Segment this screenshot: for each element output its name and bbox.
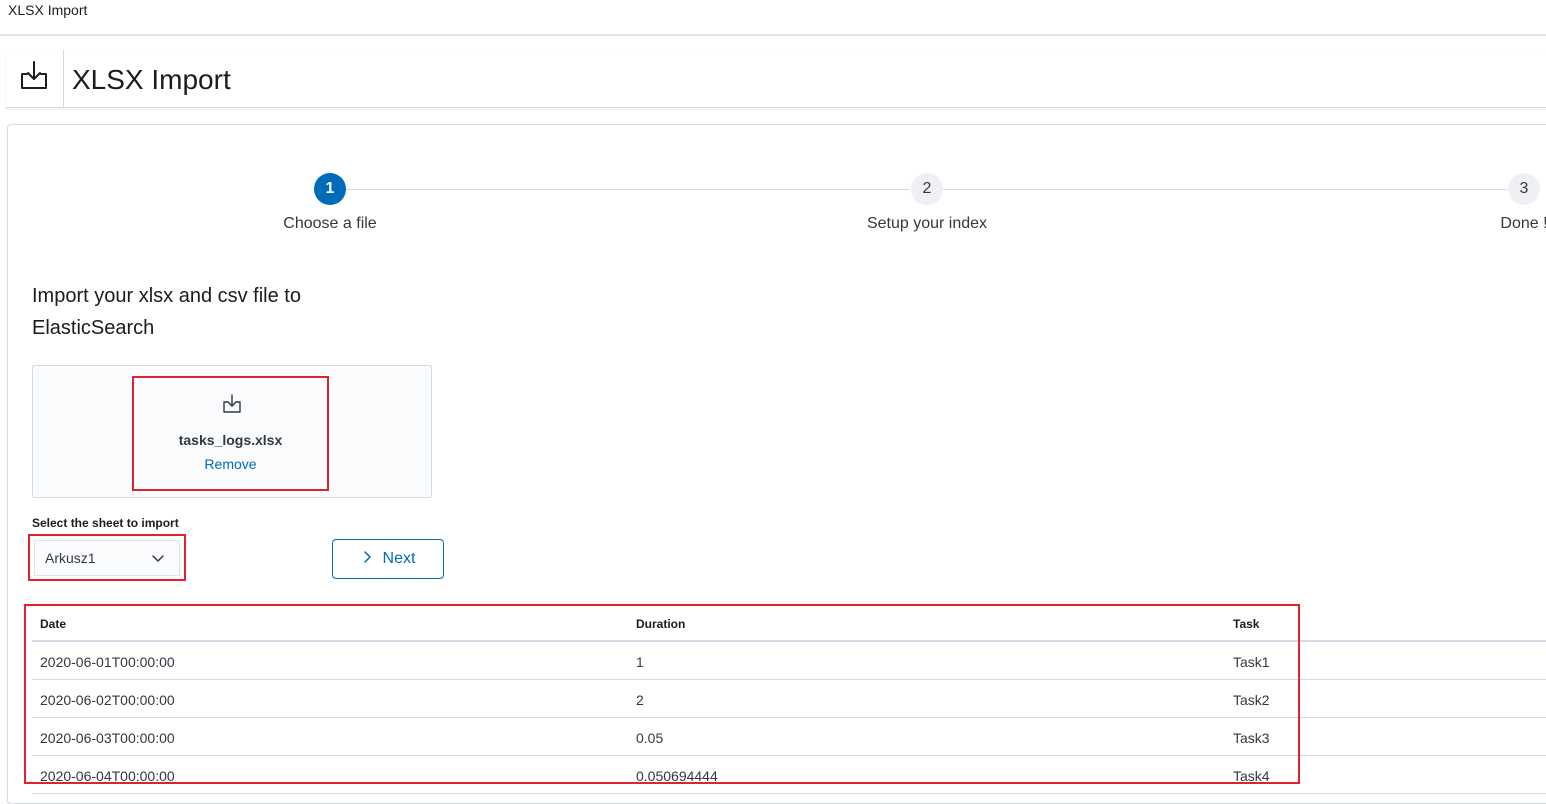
table-cell: 2020-06-03T00:00:00 (40, 730, 175, 746)
table-cell: 0.05 (636, 730, 664, 746)
browser-tab-strip: XLSX Import (0, 0, 1546, 36)
step-2-number[interactable]: 2 (911, 173, 943, 205)
column-header-duration[interactable]: Duration (636, 617, 685, 631)
table-cell: 2020-06-01T00:00:00 (40, 654, 175, 670)
column-header-task[interactable]: Task (1233, 617, 1259, 631)
next-button-label: Next (382, 550, 416, 567)
table-cell: 2020-06-04T00:00:00 (40, 768, 175, 784)
file-name: tasks_logs.xlsx (178, 432, 283, 448)
step-1-label: Choose a file (283, 215, 377, 232)
step-2-label: Setup your index (866, 215, 988, 232)
file-picker-selected[interactable]: tasks_logs.xlsx Remove (132, 376, 329, 491)
step-3-label: Done ! (1500, 215, 1546, 232)
sheet-select-highlight: Arkusz1 (28, 534, 186, 581)
table-row: 2020-06-02T00:00:00 2 Task2 (32, 680, 1546, 718)
data-table: Date Duration Task 2020-06-01T00:00:00 1… (32, 606, 1546, 794)
header-divider (63, 50, 64, 108)
table-row: 2020-06-01T00:00:00 1 Task1 (32, 642, 1546, 680)
steps-connector (943, 189, 1507, 190)
import-icon (14, 56, 54, 96)
remove-file-link[interactable]: Remove (134, 456, 327, 472)
steps-connector (346, 189, 910, 190)
browser-tab-title[interactable]: XLSX Import (8, 2, 87, 18)
page-title: XLSX Import (72, 64, 231, 95)
table-cell: 1 (636, 654, 644, 670)
chevron-down-icon (151, 551, 165, 565)
table-cell: Task2 (1233, 692, 1270, 708)
table-cell: 2 (636, 692, 644, 708)
page-header: XLSX Import (6, 50, 1546, 108)
table-cell: Task1 (1233, 654, 1270, 670)
next-button[interactable]: Next (332, 539, 444, 579)
file-picker[interactable]: tasks_logs.xlsx Remove (32, 365, 432, 498)
table-header-row: Date Duration Task (32, 606, 1546, 642)
column-header-date[interactable]: Date (40, 617, 66, 631)
table-cell: Task3 (1233, 730, 1270, 746)
step-3-number[interactable]: 3 (1508, 173, 1540, 205)
sheet-select-label: Select the sheet to import (32, 516, 179, 530)
table-cell: 2020-06-02T00:00:00 (40, 692, 175, 708)
table-row: 2020-06-03T00:00:00 0.05 Task3 (32, 718, 1546, 756)
table-cell: Task4 (1233, 768, 1270, 784)
sheet-select[interactable]: Arkusz1 (34, 540, 180, 576)
table-row: 2020-06-04T00:00:00 0.050694444 Task4 (32, 756, 1546, 794)
import-heading: Import your xlsx and csv file to Elastic… (32, 285, 301, 339)
chevron-right-icon (361, 550, 373, 568)
sheet-select-value: Arkusz1 (45, 550, 96, 566)
import-icon (220, 392, 244, 416)
step-1-number[interactable]: 1 (314, 173, 346, 205)
table-cell: 0.050694444 (636, 768, 718, 784)
